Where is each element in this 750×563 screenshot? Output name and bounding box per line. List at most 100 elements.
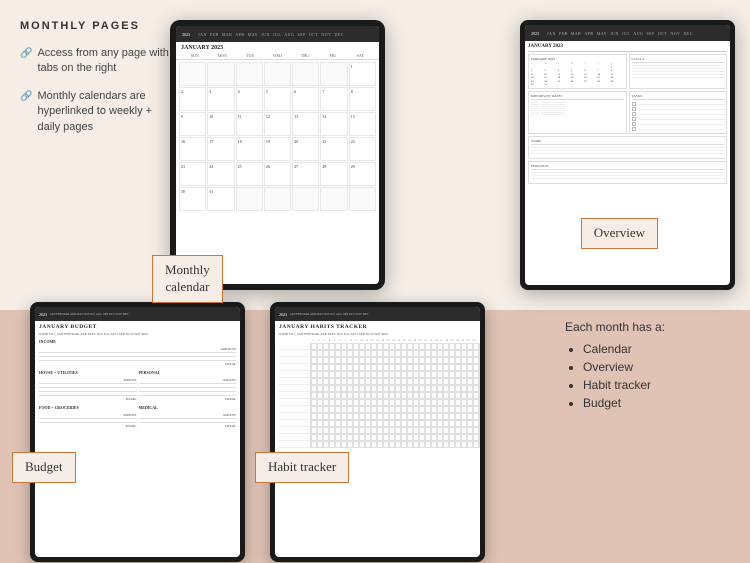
tasks-label: TASKS bbox=[632, 94, 725, 100]
habit-cell bbox=[479, 343, 480, 350]
cal-cell bbox=[349, 187, 376, 211]
overview-tasks: TASKS bbox=[629, 91, 728, 134]
budget-row: AMOUNT bbox=[39, 345, 236, 353]
cal-cell: 1 bbox=[349, 62, 376, 86]
cal-cell: 31 bbox=[207, 187, 234, 211]
cal-cell: 10 bbox=[207, 112, 234, 136]
nav-tab-may[interactable]: MAY bbox=[248, 32, 258, 37]
budget-total: TOTAL bbox=[39, 423, 137, 429]
habit-cell bbox=[479, 427, 480, 434]
cal-cell: 12 bbox=[264, 112, 291, 136]
calendar-year-label: 2023 bbox=[182, 32, 190, 37]
habit-day-numbers: 1 2 3 4 5 6 7 8 9 10 11 12 13 14 15 16 1… bbox=[311, 339, 476, 342]
cal-cell: 24 bbox=[207, 162, 234, 186]
overview-bottom-sections: WORK PERSONAL bbox=[528, 136, 727, 184]
nav-tab-oct[interactable]: OCT bbox=[309, 32, 319, 37]
nav-tab-sep[interactable]: SEP bbox=[297, 32, 305, 37]
cal-cell: 29 bbox=[349, 162, 376, 186]
budget-nav: 2023 JAN FEB MAR APR MAY JUN JUL AUG SEP… bbox=[35, 307, 240, 321]
overview-work: WORK bbox=[528, 136, 727, 159]
habit-row bbox=[279, 413, 476, 420]
nav-tab-mar[interactable]: MAR bbox=[222, 32, 233, 37]
bullet-text-2: Monthly calendars are hyperlinked to wee… bbox=[37, 89, 175, 135]
label-habit-text: Habit tracker bbox=[268, 459, 336, 474]
cal-cell: 5 bbox=[264, 87, 291, 111]
habit-title: JANUARY HABITS TRACKER bbox=[279, 324, 476, 330]
list-item-budget: Budget bbox=[583, 396, 730, 410]
budget-total: TOTAL bbox=[139, 423, 237, 429]
cal-cell: 7 bbox=[320, 87, 347, 111]
habit-cell bbox=[479, 399, 480, 406]
budget-row: AMOUNT bbox=[39, 376, 137, 384]
budget-row: AMOUNT bbox=[139, 376, 237, 384]
cal-cell: 25 bbox=[236, 162, 263, 186]
habit-cell bbox=[479, 434, 480, 441]
list-item-calendar: Calendar bbox=[583, 342, 730, 356]
cal-cell: 30 bbox=[179, 187, 206, 211]
cal-cell bbox=[236, 187, 263, 211]
nav-tab-dec[interactable]: DEC bbox=[335, 32, 345, 37]
overview-title: JANUARY 2023 bbox=[528, 44, 727, 52]
label-habit-tracker: Habit tracker bbox=[255, 452, 349, 483]
habit-row bbox=[279, 343, 476, 350]
tablet-budget: 2023 JAN FEB MAR APR MAY JUN JUL AUG SEP… bbox=[30, 302, 245, 562]
habit-row bbox=[279, 385, 476, 392]
habit-cell bbox=[479, 378, 480, 385]
day-tue: TUE bbox=[236, 53, 264, 58]
calendar-screen: 2023 JAN FEB MAR APR MAY JUN JUL AUG SEP… bbox=[176, 26, 379, 284]
label-overview: Overview bbox=[581, 218, 658, 249]
nav-tab-jul[interactable]: JUL bbox=[273, 32, 281, 37]
list-item-habit: Habit tracker bbox=[583, 378, 730, 392]
cal-cell: 26 bbox=[264, 162, 291, 186]
cal-cell bbox=[320, 62, 347, 86]
habit-cell bbox=[479, 413, 480, 420]
label-budget-text: Budget bbox=[25, 459, 63, 474]
nav-tab-nov[interactable]: NOV bbox=[321, 32, 331, 37]
budget-row: AMOUNT bbox=[139, 411, 237, 419]
budget-house-title: HOUSE + UTILITIES bbox=[39, 370, 137, 375]
work-label: WORK bbox=[531, 139, 724, 145]
nav-tab-jun[interactable]: JUN bbox=[261, 32, 270, 37]
right-panel-title: Each month has a: bbox=[565, 320, 730, 334]
budget-income-title: INCOME bbox=[39, 339, 236, 344]
overview-top-sections: JANUARY 2023 SMTWTFS 1 2345678 910111213… bbox=[528, 54, 727, 89]
cal-cell: 20 bbox=[292, 137, 319, 161]
nav-tab-feb[interactable]: FEB bbox=[210, 32, 219, 37]
day-thu: THU bbox=[291, 53, 319, 58]
cal-cell bbox=[264, 62, 291, 86]
nav-tab-jan[interactable]: JAN bbox=[198, 32, 207, 37]
habit-row bbox=[279, 441, 476, 448]
habit-content: JANUARY HABITS TRACKER JUMP TO > JAN FEB… bbox=[275, 321, 480, 451]
tablet-overview: 2023 JAN FEB MAR APR MAY JUN JUL AUG SEP… bbox=[520, 20, 735, 290]
budget-jump: JUMP TO > JAN FEB MAR APR MAY JUN JUL AU… bbox=[39, 332, 236, 336]
day-fri: FRI bbox=[319, 53, 347, 58]
overview-nav-tabs: JAN FEB MAR APR MAY JUN JUL AUG SEP OCT … bbox=[547, 31, 693, 36]
nav-tab-apr[interactable]: APR bbox=[235, 32, 244, 37]
nav-tab-aug[interactable]: AUG bbox=[284, 32, 294, 37]
budget-food-title: FOOD + GROCERIES bbox=[39, 405, 137, 410]
habit-cell bbox=[479, 420, 480, 427]
calendar-grid: 1 2 3 4 5 6 7 8 9 10 11 12 13 14 15 16 1… bbox=[176, 60, 379, 213]
habit-cell bbox=[479, 441, 480, 448]
cal-cell bbox=[292, 62, 319, 86]
cal-cell: 6 bbox=[292, 87, 319, 111]
cal-cell: 3 bbox=[207, 87, 234, 111]
budget-title: JANUARY BUDGET bbox=[39, 324, 236, 330]
habit-cell bbox=[479, 385, 480, 392]
overview-important-dates: IMPORTANT DATES bbox=[528, 91, 627, 134]
cal-cell: 15 bbox=[349, 112, 376, 136]
day-wed: WED bbox=[264, 53, 292, 58]
right-panel-list: Calendar Overview Habit tracker Budget bbox=[565, 342, 730, 410]
personal-label: PERSONAL bbox=[531, 164, 724, 170]
cal-cell: 21 bbox=[320, 137, 347, 161]
cal-cell bbox=[236, 62, 263, 86]
cal-cell: 23 bbox=[179, 162, 206, 186]
habit-row bbox=[279, 427, 476, 434]
habit-row bbox=[279, 406, 476, 413]
cal-cell bbox=[179, 62, 206, 86]
day-mon: MON bbox=[209, 53, 237, 58]
habit-row bbox=[279, 357, 476, 364]
cal-cell: 11 bbox=[236, 112, 263, 136]
link-icon-2: 🔗 bbox=[20, 90, 32, 104]
budget-house-section: HOUSE + UTILITIES AMOUNT TOTAL PERSONAL … bbox=[39, 367, 236, 402]
